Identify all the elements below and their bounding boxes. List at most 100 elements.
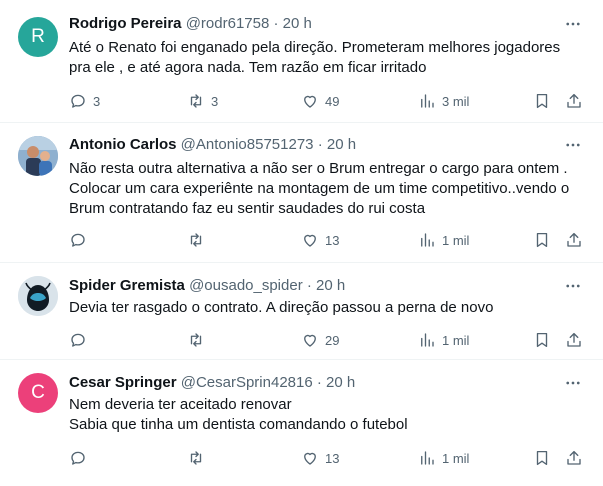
repost-count: 3 <box>211 93 219 109</box>
heart-icon <box>304 234 316 247</box>
post-text-line: Brum contratando faz eu sentir saudades … <box>69 200 426 217</box>
action-bar: 3 3 49 3 mil <box>0 91 603 111</box>
reply-button[interactable]: 3 <box>69 91 100 111</box>
repost-button[interactable] <box>187 448 211 468</box>
bookmark-icon <box>536 450 548 466</box>
avatar[interactable] <box>18 276 58 316</box>
view-count: 1 mil <box>442 332 470 348</box>
post-text-line: Nem deveria ter aceitado renovar <box>69 396 292 413</box>
post-text-line: Não resta outra alternativa a não ser o … <box>69 160 568 177</box>
post-time[interactable]: 20 h <box>316 277 345 294</box>
share-upload-icon <box>567 93 581 108</box>
author-handle[interactable]: @ousado_spider <box>189 277 303 294</box>
post-text: Nem deveria ter aceitado renovar Sabia q… <box>69 395 594 435</box>
like-button[interactable]: 49 <box>301 91 339 111</box>
post-header: Antonio Carlos @Antonio85751273 · 20 h <box>69 135 356 155</box>
post-text-line: Até o Renato foi enganado pela direção. … <box>69 39 561 56</box>
more-options-icon[interactable] <box>562 14 584 34</box>
post-header: Rodrigo Pereira @rodr61758 · 20 h <box>69 14 312 34</box>
avatar[interactable]: C <box>18 373 58 413</box>
like-button[interactable]: 13 <box>301 230 339 250</box>
heart-icon <box>304 452 316 465</box>
post-text: Devia ter rasgado o contrato. A direção … <box>69 298 594 318</box>
bookmark-button[interactable] <box>533 330 551 350</box>
bookmark-button[interactable] <box>533 230 551 250</box>
repost-button[interactable]: 3 <box>187 91 218 111</box>
bar-chart-icon <box>421 233 434 247</box>
repost-arrows-icon <box>190 94 202 108</box>
separator-dot: · <box>306 277 312 294</box>
avatar[interactable] <box>18 136 58 176</box>
reply-count: 3 <box>93 93 101 109</box>
view-count: 3 mil <box>442 93 470 109</box>
author-handle[interactable]: @Antonio85751273 <box>181 136 314 153</box>
post[interactable]: C Cesar Springer @CesarSprin42816 · 20 h… <box>0 360 603 486</box>
post[interactable]: R Rodrigo Pereira @rodr61758 · 20 h Até … <box>0 0 603 123</box>
views-button[interactable]: 1 mil <box>418 330 469 350</box>
bar-chart-icon <box>421 94 434 108</box>
author-name[interactable]: Antonio Carlos <box>69 136 177 153</box>
like-count: 13 <box>325 232 340 248</box>
reply-button[interactable] <box>69 230 93 250</box>
post-time[interactable]: 20 h <box>327 136 356 153</box>
heart-icon <box>304 334 316 347</box>
share-button[interactable] <box>565 230 583 250</box>
post[interactable]: Antonio Carlos @Antonio85751273 · 20 h N… <box>0 123 603 263</box>
author-handle[interactable]: @CesarSprin42816 <box>181 374 313 391</box>
separator-dot: · <box>316 374 322 391</box>
author-name[interactable]: Spider Gremista <box>69 277 185 294</box>
more-options-icon[interactable] <box>562 135 584 155</box>
views-button[interactable]: 3 mil <box>418 91 469 111</box>
share-button[interactable] <box>565 448 583 468</box>
post-text-line: pra ele , e até agora nada. Tem razão em… <box>69 59 427 76</box>
reply-bubble-icon <box>71 94 85 108</box>
like-button[interactable]: 29 <box>301 330 339 350</box>
view-count: 1 mil <box>442 232 470 248</box>
post-text-line: Devia ter rasgado o contrato. A direção … <box>69 299 494 316</box>
share-button[interactable] <box>565 91 583 111</box>
avatar[interactable]: R <box>18 17 58 57</box>
reply-button[interactable] <box>69 330 93 350</box>
share-button[interactable] <box>565 330 583 350</box>
action-bar: 13 1 mil <box>0 448 603 468</box>
post-time[interactable]: 20 h <box>326 374 355 391</box>
avatar-spider-image <box>18 276 58 316</box>
more-options-icon[interactable] <box>562 276 584 296</box>
views-button[interactable]: 1 mil <box>418 230 469 250</box>
repost-button[interactable] <box>187 230 211 250</box>
more-options-icon[interactable] <box>562 373 584 393</box>
author-name[interactable]: Cesar Springer <box>69 374 177 391</box>
action-bar: 29 1 mil <box>0 330 603 350</box>
post-text-line: Sabia que tinha um dentista comandando o… <box>69 416 408 433</box>
bookmark-icon <box>536 232 548 248</box>
reply-bubble-icon <box>71 451 85 465</box>
reply-button[interactable] <box>69 448 93 468</box>
avatar-photo <box>18 136 58 176</box>
timeline-feed: R Rodrigo Pereira @rodr61758 · 20 h Até … <box>0 0 603 486</box>
like-button[interactable]: 13 <box>301 448 339 468</box>
bar-chart-icon <box>421 451 434 465</box>
like-count: 13 <box>325 450 340 466</box>
post-text: Até o Renato foi enganado pela direção. … <box>69 38 594 78</box>
post-text-line: Colocar um cara experiênte na montagem d… <box>69 180 570 197</box>
post-header: Spider Gremista @ousado_spider · 20 h <box>69 276 345 296</box>
author-handle[interactable]: @rodr61758 <box>186 15 270 32</box>
views-button[interactable]: 1 mil <box>418 448 469 468</box>
repost-button[interactable] <box>187 330 211 350</box>
share-upload-icon <box>567 232 581 247</box>
like-count: 29 <box>325 332 340 348</box>
heart-icon <box>304 95 316 108</box>
bookmark-button[interactable] <box>533 448 551 468</box>
separator-dot: · <box>273 15 279 32</box>
bookmark-icon <box>536 93 548 109</box>
post[interactable]: Spider Gremista @ousado_spider · 20 h De… <box>0 263 603 360</box>
share-upload-icon <box>567 332 581 347</box>
share-upload-icon <box>567 450 581 465</box>
repost-arrows-icon <box>190 333 202 347</box>
post-header: Cesar Springer @CesarSprin42816 · 20 h <box>69 373 355 393</box>
author-name[interactable]: Rodrigo Pereira <box>69 15 182 32</box>
bar-chart-icon <box>421 333 434 347</box>
reply-bubble-icon <box>71 233 85 247</box>
post-time[interactable]: 20 h <box>283 15 312 32</box>
bookmark-button[interactable] <box>533 91 551 111</box>
